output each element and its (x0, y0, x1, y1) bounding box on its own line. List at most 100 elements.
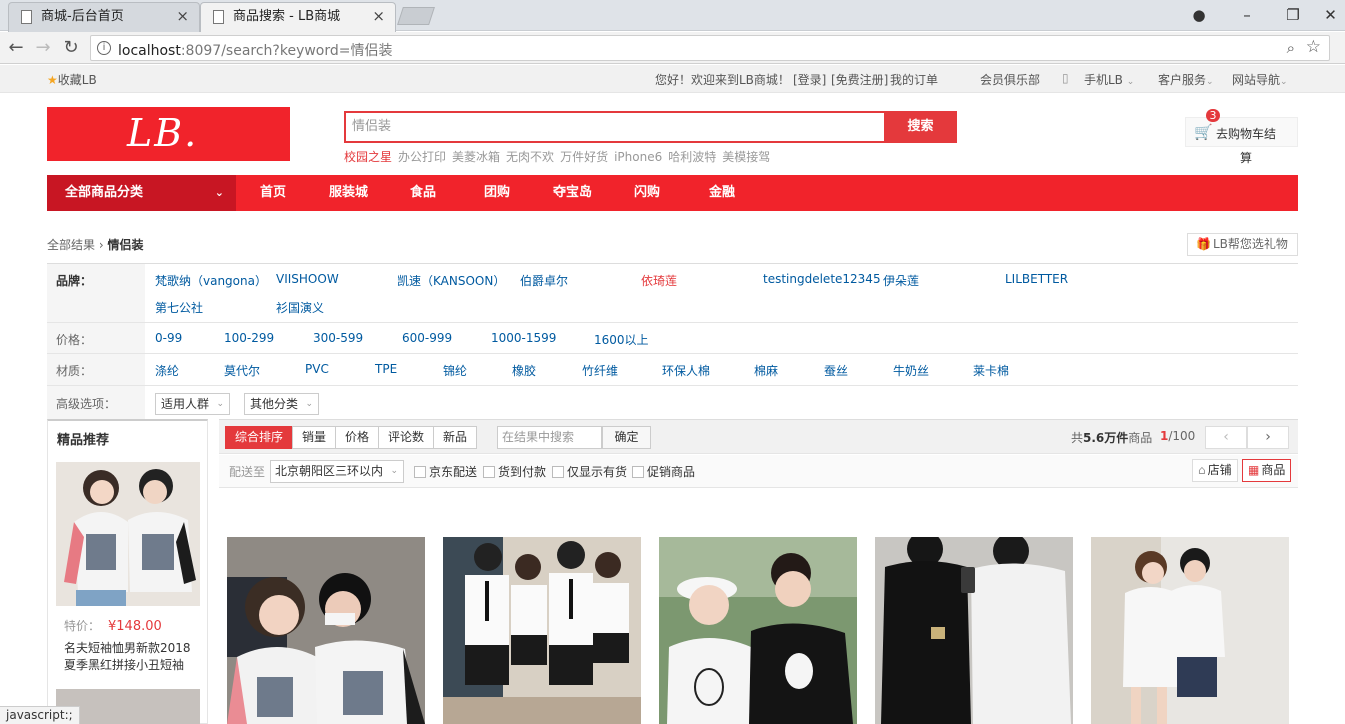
service-menu[interactable]: 客户服务⌄ (1158, 71, 1214, 88)
jd-delivery-checkbox[interactable]: 京东配送 (414, 463, 477, 480)
price-option[interactable]: 1600以上 (594, 331, 649, 348)
mobile-link[interactable]: 手机LB ⌄ (1084, 71, 1134, 88)
brand-option[interactable]: 依琦莲 (641, 272, 677, 289)
hot-keyword[interactable]: 美模接驾 (722, 150, 770, 164)
price-option[interactable]: 600-999 (402, 331, 452, 345)
material-option[interactable]: 牛奶丝 (893, 362, 929, 379)
material-option[interactable]: 涤纶 (155, 362, 179, 379)
new-tab-button[interactable] (397, 7, 435, 25)
search-input[interactable]: 情侣装 (344, 111, 886, 143)
price-option[interactable]: 1000-1599 (491, 331, 556, 345)
price-option[interactable]: 100-299 (224, 331, 274, 345)
recommended-product-image[interactable] (56, 462, 200, 606)
my-orders-link[interactable]: 我的订单 (890, 71, 938, 88)
view-store-button[interactable]: ⌂ 店铺 (1192, 459, 1238, 482)
brand-option[interactable]: LILBETTER (1005, 272, 1068, 286)
brand-option[interactable]: 伊朵莲 (883, 272, 919, 289)
recommended-product-name[interactable]: 名夫短袖恤男新款2018夏季黑红拼接小丑短袖 (64, 640, 200, 674)
url-bar[interactable]: i localhost:8097/search?keyword=情侣装 ⌕ ☆ (90, 35, 1330, 61)
prev-page-button[interactable]: ‹ (1205, 426, 1247, 449)
sort-sales[interactable]: 销量 (292, 426, 337, 449)
cart-button[interactable]: 🛒 3 去购物车结 (1185, 109, 1298, 147)
hot-keyword[interactable]: 万件好货 (560, 150, 608, 164)
info-icon[interactable]: i (97, 41, 111, 55)
material-option[interactable]: TPE (375, 362, 397, 376)
in-stock-checkbox[interactable]: 仅显示有货 (552, 463, 627, 480)
hot-keyword[interactable]: 无肉不欢 (506, 150, 554, 164)
material-option[interactable]: 蚕丝 (824, 362, 848, 379)
product-image[interactable] (875, 537, 1073, 724)
hot-keyword[interactable]: 美菱冰箱 (452, 150, 500, 164)
gift-helper-button[interactable]: 🎁 LB帮您选礼物 (1187, 233, 1298, 256)
nav-finance[interactable]: 金融 (709, 175, 735, 211)
cod-checkbox[interactable]: 货到付款 (483, 463, 546, 480)
breadcrumb-root[interactable]: 全部结果 (47, 238, 95, 252)
sort-new[interactable]: 新品 (433, 426, 478, 449)
close-icon[interactable]: × (372, 3, 385, 30)
nav-flash-sale[interactable]: 闪购 (634, 175, 660, 211)
brand-option[interactable]: testingdelete12345 (763, 272, 881, 286)
nav-group-buy[interactable]: 团购 (484, 175, 510, 211)
price-option[interactable]: 300-599 (313, 331, 363, 345)
product-image[interactable] (443, 537, 641, 724)
club-link[interactable]: 会员俱乐部 (980, 71, 1040, 88)
brand-option[interactable]: 凯速（KANSOON） (397, 272, 505, 289)
other-category-dropdown[interactable]: 其他分类 ⌄ (244, 393, 320, 415)
nav-treasure[interactable]: 夺宝岛 (553, 175, 592, 211)
close-icon[interactable]: × (176, 3, 189, 30)
view-goods-button[interactable]: ▦ 商品 (1242, 459, 1292, 482)
delivery-location-dropdown[interactable]: 北京朝阳区三环以内 ⌄ (270, 460, 404, 483)
minimize-icon[interactable]: – (1224, 2, 1270, 28)
back-icon[interactable]: ← (4, 36, 28, 60)
brand-option[interactable]: 伯爵卓尔 (520, 272, 568, 289)
browser-tab-search[interactable]: 商品搜索 - LB商城 × (200, 2, 396, 32)
search-within-confirm[interactable]: 确定 (602, 426, 651, 449)
nav-home[interactable]: 首页 (260, 175, 286, 211)
material-option[interactable]: 橡胶 (512, 362, 536, 379)
promo-checkbox[interactable]: 促销商品 (632, 463, 695, 480)
hot-keyword[interactable]: iPhone6 (614, 150, 662, 164)
hot-keyword[interactable]: 办公打印 (398, 150, 446, 164)
sort-price[interactable]: 价格 (335, 426, 380, 449)
material-option[interactable]: 环保人棉 (662, 362, 710, 379)
login-link[interactable]: [登录] (793, 71, 826, 88)
browser-tab-admin[interactable]: 商城-后台首页 × (8, 2, 200, 32)
all-categories-menu[interactable]: 全部商品分类 ⌄ (47, 175, 236, 211)
nav-food[interactable]: 食品 (410, 175, 436, 211)
material-option[interactable]: PVC (305, 362, 329, 376)
search-button[interactable]: 搜索 (884, 111, 957, 143)
next-page-button[interactable]: › (1247, 426, 1289, 449)
zoom-icon[interactable]: ⌕ (1287, 39, 1295, 57)
material-option[interactable]: 莫代尔 (224, 362, 260, 379)
brand-option[interactable]: 梵歌纳（vangona） (155, 272, 267, 289)
sort-default[interactable]: 综合排序 (225, 426, 294, 449)
brand-option[interactable]: VIISHOOW (276, 272, 339, 286)
sort-comments[interactable]: 评论数 (378, 426, 435, 449)
price-option[interactable]: 0-99 (155, 331, 182, 345)
sitenav-menu[interactable]: 网站导航⌄ (1232, 71, 1288, 88)
window-close-icon[interactable]: ✕ (1316, 2, 1345, 28)
hot-keyword[interactable]: 哈利波特 (668, 150, 716, 164)
product-image[interactable] (1091, 537, 1289, 724)
bookmark-star-icon[interactable]: ☆ (1306, 37, 1321, 57)
product-image[interactable] (227, 537, 425, 724)
material-option[interactable]: 棉麻 (754, 362, 778, 379)
audience-dropdown[interactable]: 适用人群 ⌄ (155, 393, 231, 415)
site-logo[interactable]: LB. (47, 107, 290, 161)
register-link[interactable]: [免费注册] (831, 71, 888, 88)
nav-clothing[interactable]: 服装城 (329, 175, 368, 211)
product-image[interactable] (659, 537, 857, 724)
brand-option[interactable]: 衫国演义 (276, 299, 324, 316)
material-option[interactable]: 莱卡棉 (973, 362, 1009, 379)
brand-option[interactable]: 第七公社 (155, 299, 203, 316)
profile-icon[interactable]: ● (1176, 2, 1222, 28)
hot-keyword[interactable]: 校园之星 (344, 150, 392, 164)
material-option[interactable]: 锦纶 (443, 362, 467, 379)
forward-icon[interactable]: → (31, 36, 55, 60)
reload-icon[interactable]: ↻ (59, 36, 83, 60)
material-option[interactable]: 竹纤维 (582, 362, 618, 379)
favorite-link[interactable]: ★收藏LB (47, 71, 97, 88)
search-within-input[interactable]: 在结果中搜索 (497, 426, 602, 449)
filter-row-brand: 品牌： 梵歌纳（vangona） VIISHOOW 凯速（KANSOON） 伯爵… (47, 264, 1298, 323)
maximize-icon[interactable]: ❐ (1270, 2, 1316, 28)
